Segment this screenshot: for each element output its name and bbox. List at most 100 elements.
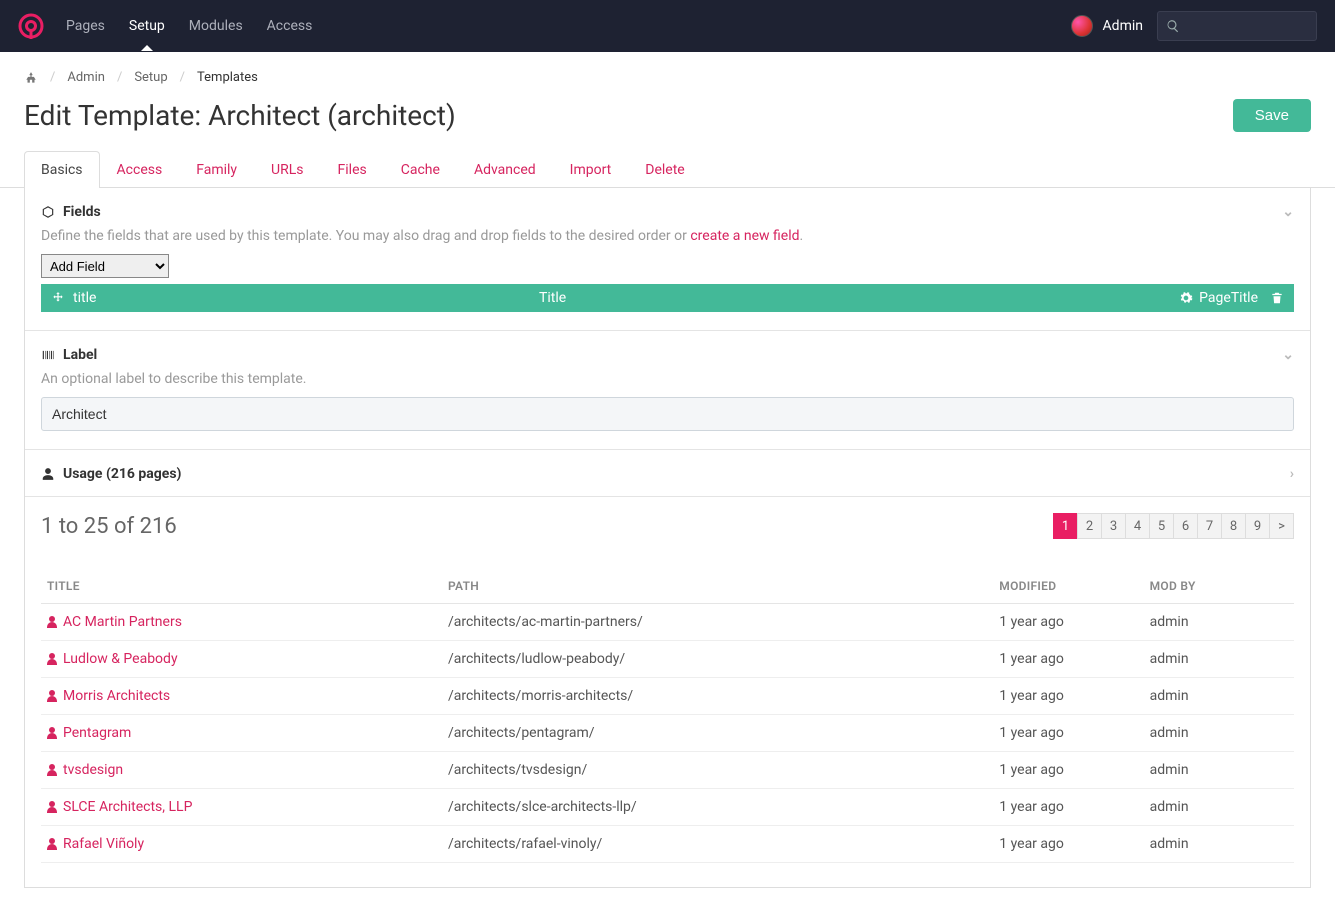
tab-family[interactable]: Family: [179, 151, 254, 188]
usage-panel-body: 1 to 25 of 216 123456789> TITLE PATH MOD…: [25, 497, 1310, 887]
row-title-link[interactable]: AC Martin Partners: [47, 614, 436, 630]
search-box[interactable]: [1157, 11, 1317, 41]
page-next[interactable]: >: [1269, 513, 1294, 539]
row-path: /architects/pentagram/: [442, 715, 993, 752]
gear-icon[interactable]: [1179, 291, 1193, 305]
table-row: Pentagram/architects/pentagram/1 year ag…: [41, 715, 1294, 752]
chevron-down-icon[interactable]: ⌄: [1282, 347, 1294, 363]
barcode-icon: [41, 348, 55, 362]
usage-panel-head: Usage (216 pages) ›: [25, 450, 1310, 497]
trash-icon[interactable]: [1270, 291, 1284, 305]
row-title-link[interactable]: Rafael Viñoly: [47, 836, 436, 852]
tab-delete[interactable]: Delete: [628, 151, 701, 188]
nav-access[interactable]: Access: [267, 18, 313, 34]
add-field-select[interactable]: Add Field: [41, 254, 169, 278]
crumb-setup[interactable]: Setup: [134, 70, 167, 85]
user-icon: [47, 616, 57, 628]
fields-panel: Fields ⌄ Define the fields that are used…: [25, 188, 1310, 331]
table-row: AC Martin Partners/architects/ac-martin-…: [41, 604, 1294, 641]
pager: 123456789>: [1054, 513, 1294, 539]
tab-import[interactable]: Import: [553, 151, 629, 188]
heading-row: Edit Template: Architect (architect) Sav…: [0, 95, 1335, 150]
tab-files[interactable]: Files: [321, 151, 384, 188]
row-modified: 1 year ago: [993, 752, 1143, 789]
search-icon: [1166, 19, 1180, 33]
user-name: Admin: [1103, 18, 1143, 34]
row-modified: 1 year ago: [993, 678, 1143, 715]
col-title[interactable]: TITLE: [41, 569, 442, 604]
row-modby: admin: [1144, 752, 1294, 789]
nav-links: Pages Setup Modules Access: [66, 18, 1071, 34]
nav-pages[interactable]: Pages: [66, 18, 105, 34]
table-row: tvsdesign/architects/tvsdesign/1 year ag…: [41, 752, 1294, 789]
col-modby[interactable]: MOD BY: [1144, 569, 1294, 604]
row-path: /architects/slce-architects-llp/: [442, 789, 993, 826]
cube-icon: [41, 205, 55, 219]
row-title-link[interactable]: SLCE Architects, LLP: [47, 799, 436, 815]
page-5[interactable]: 5: [1149, 513, 1174, 539]
row-title-link[interactable]: Pentagram: [47, 725, 436, 741]
label-desc: An optional label to describe this templ…: [41, 371, 1294, 387]
table-row: Ludlow & Peabody/architects/ludlow-peabo…: [41, 641, 1294, 678]
field-row[interactable]: title Title PageTitle: [41, 284, 1294, 312]
row-modby: admin: [1144, 826, 1294, 863]
user-icon: [47, 764, 57, 776]
row-path: /architects/ac-martin-partners/: [442, 604, 993, 641]
tree-icon[interactable]: [24, 70, 38, 85]
tab-basics[interactable]: Basics: [24, 151, 100, 188]
usage-heading: Usage (216 pages): [63, 466, 181, 482]
top-navbar: Pages Setup Modules Access Admin: [0, 0, 1335, 52]
label-panel: Label ⌄ An optional label to describe th…: [25, 331, 1310, 450]
page-7[interactable]: 7: [1197, 513, 1222, 539]
field-type: PageTitle: [1199, 290, 1258, 306]
fields-desc: Define the fields that are used by this …: [41, 228, 1294, 244]
crumb-admin[interactable]: Admin: [67, 70, 105, 85]
search-input[interactable]: [1186, 19, 1308, 34]
nav-setup[interactable]: Setup: [129, 18, 165, 34]
page-2[interactable]: 2: [1077, 513, 1102, 539]
label-input[interactable]: [41, 397, 1294, 431]
row-modified: 1 year ago: [993, 789, 1143, 826]
row-modified: 1 year ago: [993, 604, 1143, 641]
table-row: Rafael Viñoly/architects/rafael-vinoly/1…: [41, 826, 1294, 863]
usage-table: TITLE PATH MODIFIED MOD BY AC Martin Par…: [41, 569, 1294, 863]
usage-range: 1 to 25 of 216: [41, 514, 177, 539]
table-row: SLCE Architects, LLP/architects/slce-arc…: [41, 789, 1294, 826]
tab-urls[interactable]: URLs: [254, 151, 320, 188]
row-path: /architects/rafael-vinoly/: [442, 826, 993, 863]
user-icon: [47, 653, 57, 665]
page-8[interactable]: 8: [1221, 513, 1246, 539]
row-title-link[interactable]: tvsdesign: [47, 762, 436, 778]
nav-modules[interactable]: Modules: [189, 18, 243, 34]
page-3[interactable]: 3: [1101, 513, 1126, 539]
page-title: Edit Template: Architect (architect): [24, 99, 1233, 132]
user-menu[interactable]: Admin: [1071, 15, 1143, 37]
col-modified[interactable]: MODIFIED: [993, 569, 1143, 604]
page-1[interactable]: 1: [1053, 513, 1078, 539]
brand-logo[interactable]: [18, 13, 44, 39]
chevron-down-icon[interactable]: ⌄: [1282, 204, 1294, 220]
tab-access[interactable]: Access: [100, 151, 180, 188]
breadcrumb: / Admin / Setup / Templates: [0, 52, 1335, 95]
user-icon: [47, 727, 57, 739]
save-button[interactable]: Save: [1233, 99, 1311, 132]
row-path: /architects/morris-architects/: [442, 678, 993, 715]
tab-advanced[interactable]: Advanced: [457, 151, 553, 188]
table-row: Morris Architects/architects/morris-arch…: [41, 678, 1294, 715]
move-icon[interactable]: [51, 291, 65, 305]
page-9[interactable]: 9: [1245, 513, 1270, 539]
row-modby: admin: [1144, 715, 1294, 752]
row-title-link[interactable]: Ludlow & Peabody: [47, 651, 436, 667]
chevron-right-icon[interactable]: ›: [1290, 466, 1294, 482]
tab-cache[interactable]: Cache: [384, 151, 457, 188]
user-icon: [47, 690, 57, 702]
col-path[interactable]: PATH: [442, 569, 993, 604]
page-4[interactable]: 4: [1125, 513, 1150, 539]
page-6[interactable]: 6: [1173, 513, 1198, 539]
user-icon: [41, 467, 55, 481]
row-path: /architects/ludlow-peabody/: [442, 641, 993, 678]
row-title-link[interactable]: Morris Architects: [47, 688, 436, 704]
row-modified: 1 year ago: [993, 641, 1143, 678]
user-icon: [47, 838, 57, 850]
create-field-link[interactable]: create a new field: [690, 228, 799, 244]
